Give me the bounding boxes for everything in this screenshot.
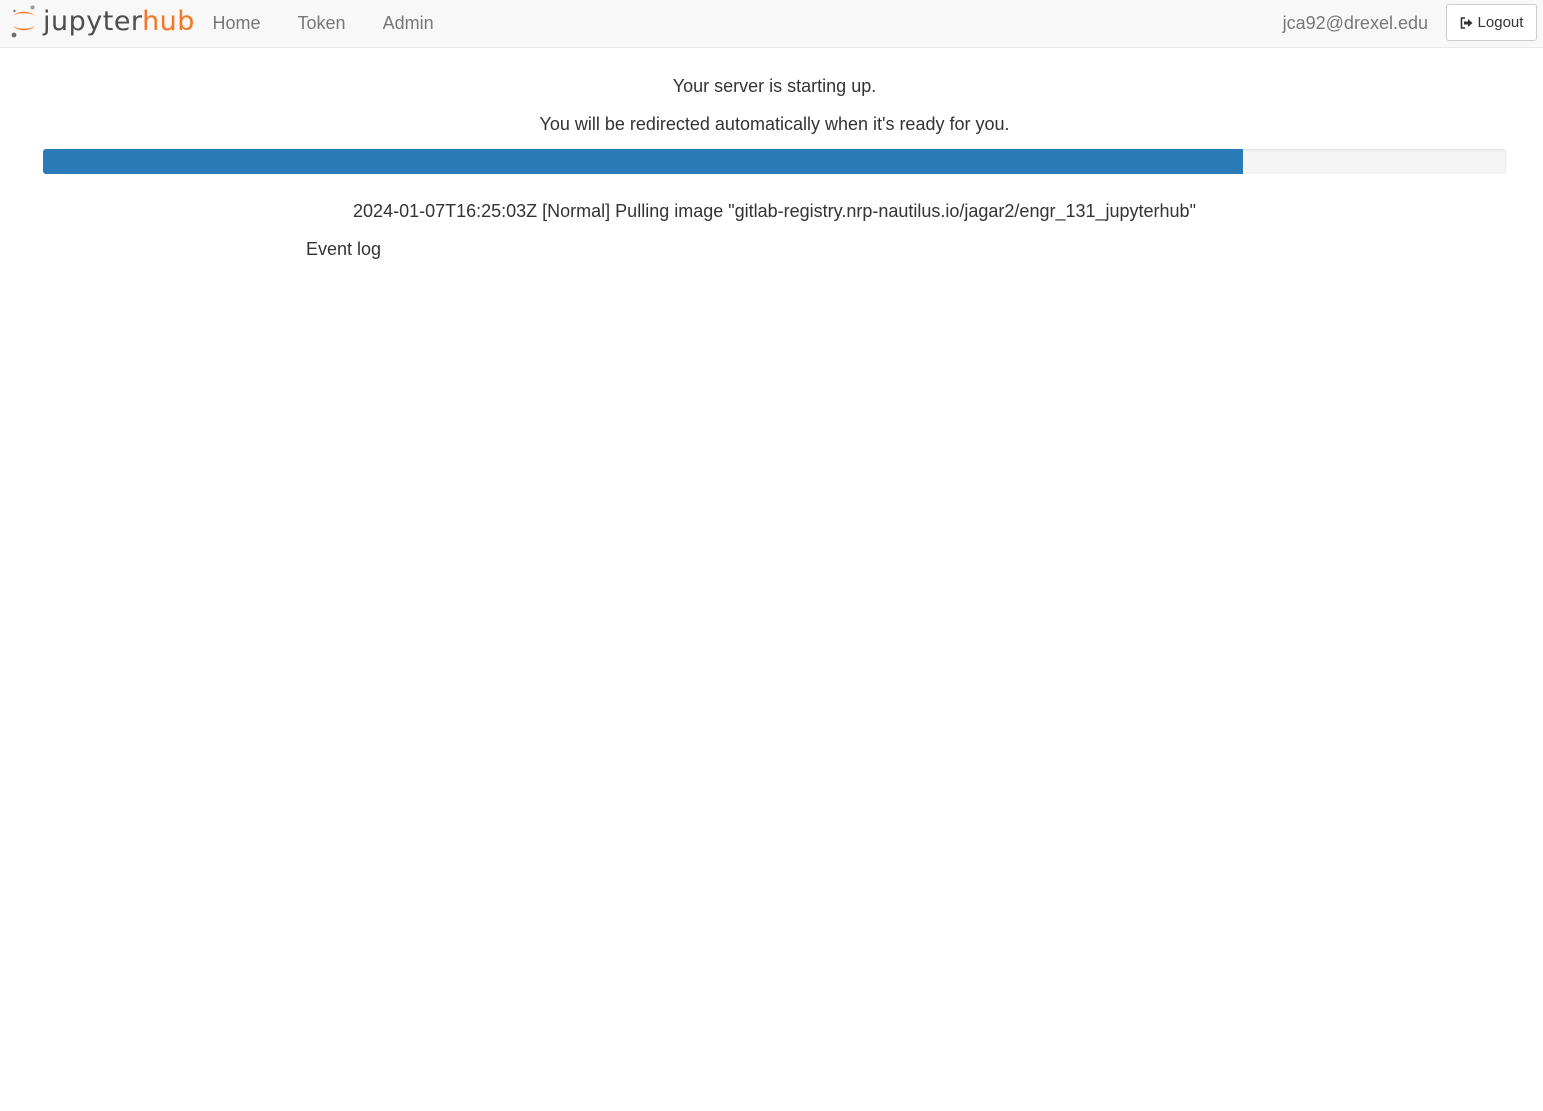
server-starting-message: Your server is starting up.	[672, 76, 877, 96]
progress-message: 2024-01-07T16:25:03Z [Normal] Pulling im…	[353, 201, 1196, 221]
nav-admin-link[interactable]: Admin	[364, 0, 452, 47]
event-log-toggle[interactable]: Event log	[306, 237, 381, 261]
jupyter-logo-icon	[10, 3, 38, 44]
brand-logo-link[interactable]: jupyterhub	[10, 4, 195, 42]
navbar: jupyterhub Home Token Admin jca92@drexel…	[0, 0, 1543, 48]
nav-token-link[interactable]: Token	[279, 0, 364, 47]
brand-name: jupyterhub	[43, 8, 195, 35]
brand-name-jupyter: jupyter	[43, 5, 143, 37]
nav-home-link[interactable]: Home	[194, 0, 279, 47]
sign-out-icon	[1460, 16, 1473, 29]
user-name: jca92@drexel.edu	[1282, 13, 1428, 33]
progress-bar-track	[43, 149, 1506, 174]
logout-button[interactable]: Logout	[1446, 4, 1537, 41]
redirect-message: You will be redirected automatically whe…	[539, 114, 1010, 134]
brand-name-hub: hub	[142, 5, 195, 37]
progress-bar-fill	[43, 149, 1243, 174]
logout-label: Logout	[1477, 14, 1524, 31]
nav-links: Home Token Admin	[194, 0, 452, 47]
